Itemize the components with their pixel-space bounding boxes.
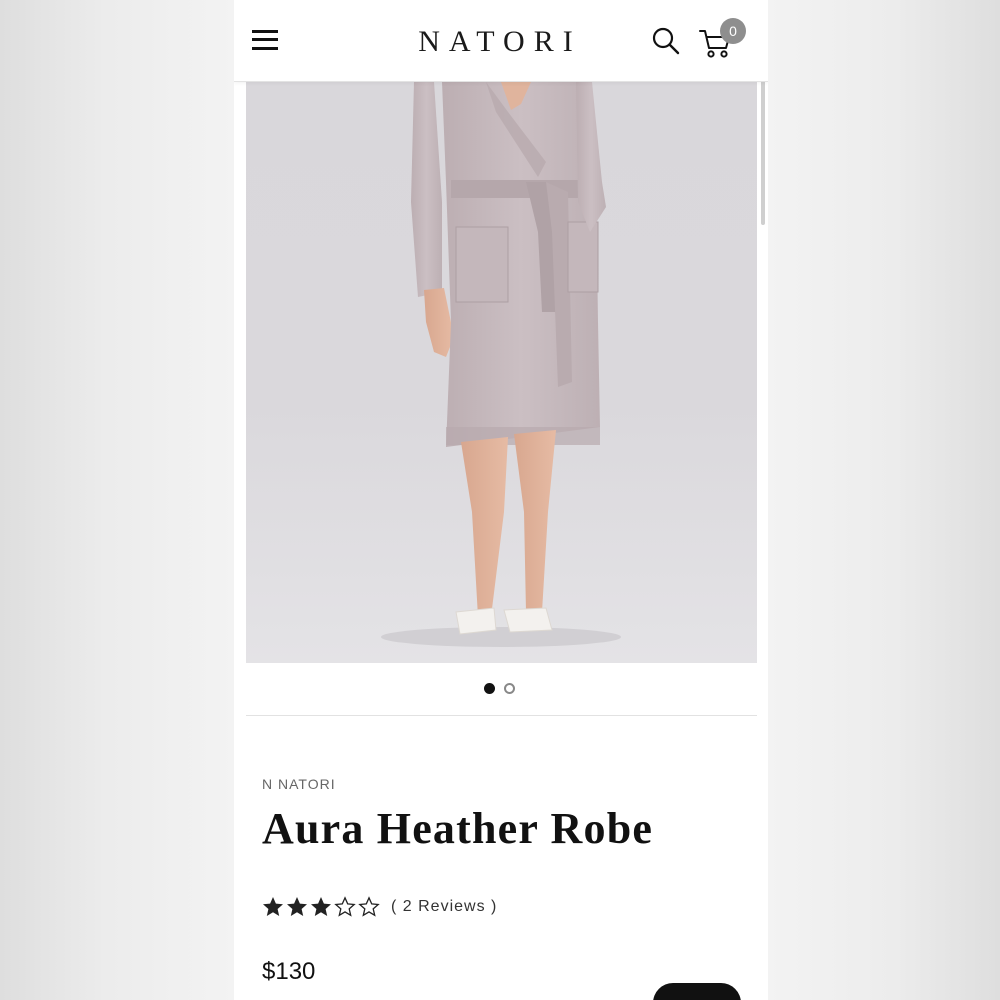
gallery-dot-1[interactable] [484, 683, 495, 694]
chat-button[interactable] [653, 983, 741, 1000]
divider [246, 715, 757, 716]
mobile-page: NATORI 0 N NATORI Aura Heather Robe (2 … [234, 0, 768, 1000]
menu-icon[interactable] [252, 28, 278, 52]
gallery-dot-2[interactable] [504, 683, 515, 694]
scrollbar[interactable] [761, 80, 765, 225]
star-filled-icon [287, 897, 307, 916]
background-left [0, 0, 234, 1000]
star-filled-icon [263, 897, 283, 916]
product-brand[interactable]: N NATORI [262, 776, 336, 792]
search-icon[interactable] [652, 27, 680, 55]
product-title: Aura Heather Robe [262, 804, 654, 853]
star-empty-icon [358, 896, 380, 917]
brand-logo[interactable]: NATORI [402, 24, 598, 60]
gallery-pagination [484, 683, 520, 695]
star-filled-icon [311, 897, 331, 916]
star-empty-icon [334, 896, 356, 917]
robe-photo-illustration [381, 82, 621, 647]
reviews-link[interactable]: ( 2 Reviews ) [391, 898, 497, 916]
site-header: NATORI 0 [234, 0, 768, 82]
product-image[interactable] [246, 82, 757, 663]
product-rating[interactable]: ( 2 Reviews ) [261, 893, 497, 921]
cart-count-badge: 0 [720, 18, 746, 44]
background-right [768, 0, 1000, 1000]
product-price: $130 [262, 958, 316, 985]
